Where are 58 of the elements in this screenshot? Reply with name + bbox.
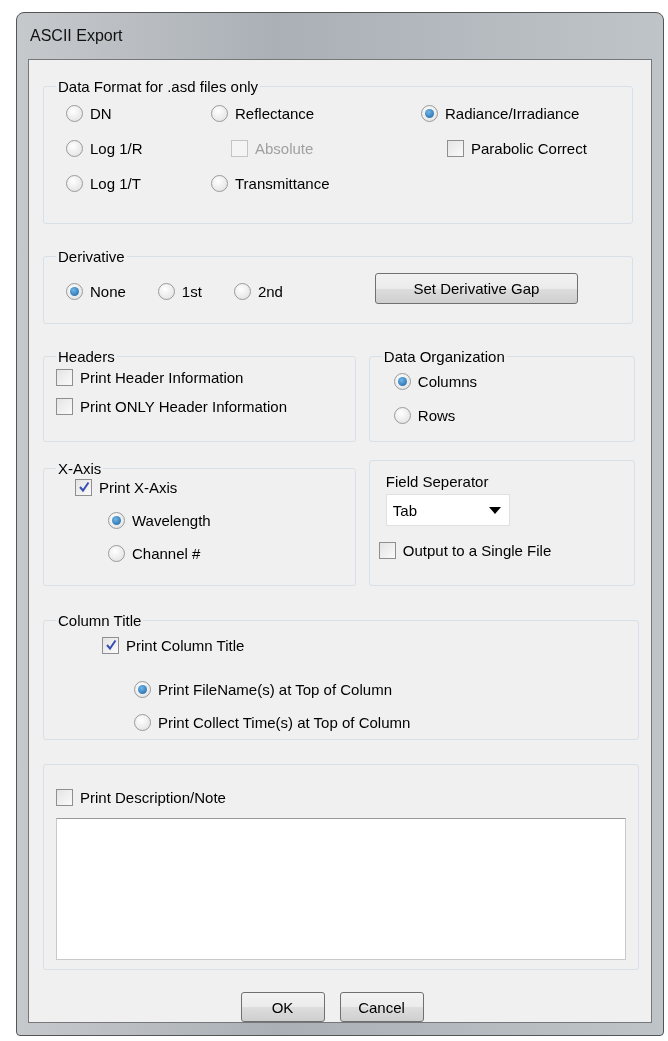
option-label: Parabolic Correct (471, 139, 587, 157)
option-label: Print Collect Time(s) at Top of Column (158, 713, 411, 731)
radio-button[interactable] (66, 283, 83, 300)
cancel-button[interactable]: Cancel (339, 992, 424, 1022)
ok-button[interactable]: OK (240, 992, 325, 1022)
option-label: DN (90, 104, 112, 122)
separator-dropdown[interactable]: Tab (385, 494, 510, 526)
checkbox[interactable] (56, 788, 73, 806)
checkbox[interactable] (447, 139, 464, 157)
radio-button[interactable] (421, 104, 438, 122)
option-label: Print Description/Note (80, 788, 226, 806)
option-label: Columns (417, 372, 477, 390)
option-label: Wavelength (132, 511, 211, 529)
group-title: X-Axis (57, 460, 103, 477)
radio-button[interactable] (108, 511, 125, 529)
checkbox[interactable] (75, 478, 92, 496)
group-title: Headers (57, 348, 116, 365)
radio-button[interactable] (108, 544, 125, 562)
group-title: Column Title (57, 612, 143, 629)
checkbox[interactable] (56, 397, 73, 415)
group-title: Derivative (57, 248, 126, 265)
radio-button[interactable] (66, 139, 83, 157)
radio-button[interactable] (134, 713, 151, 731)
option-label: Print FileName(s) at Top of Column (158, 680, 392, 698)
caret-icon (488, 506, 501, 514)
field-label: Field Seperator (385, 473, 489, 490)
checkbox[interactable] (102, 636, 119, 654)
checkbox[interactable] (56, 368, 73, 386)
set-gap-button[interactable]: Set Derivative Gap (374, 273, 578, 304)
window-title: ASCII Export (30, 27, 123, 45)
option-label: Print Header Information (80, 368, 244, 386)
radio-button[interactable] (66, 174, 83, 192)
option-label: Log 1/R (90, 139, 143, 157)
radio-button[interactable] (157, 283, 175, 300)
radio-button[interactable] (233, 283, 251, 300)
option-label: Channel # (132, 544, 201, 562)
radio-button[interactable] (66, 104, 83, 122)
group-title: Data Organization (382, 348, 506, 365)
option-label: Print X-Axis (99, 478, 178, 496)
group-title: Data Format for .asd files only (57, 78, 260, 95)
option-label: 1st (181, 283, 202, 300)
option-label: Output to a Single File (402, 541, 552, 559)
option-label: Print ONLY Header Information (80, 397, 288, 415)
option-label: 2nd (257, 283, 283, 300)
radio-button[interactable] (393, 406, 411, 424)
option-label: Rows (417, 406, 456, 424)
option-label: Print Column Title (126, 636, 245, 654)
radio-button[interactable] (211, 174, 228, 192)
option-label: Transmittance (235, 174, 330, 192)
option-label: Reflectance (235, 104, 315, 122)
option-label: None (90, 283, 126, 300)
option-label: Absolute (255, 139, 314, 157)
option-label: Log 1/T (90, 174, 141, 192)
checkbox[interactable] (378, 541, 396, 559)
radio-button[interactable] (134, 680, 151, 698)
radio-button[interactable] (393, 372, 411, 390)
option-label: Radiance/Irradiance (445, 104, 580, 122)
radio-button[interactable] (211, 104, 228, 122)
